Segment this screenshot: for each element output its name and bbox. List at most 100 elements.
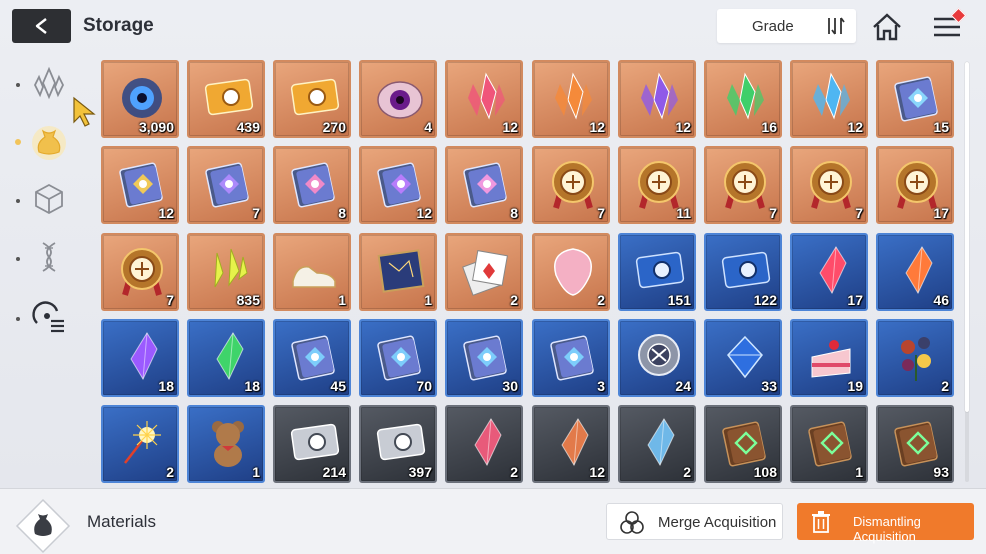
slash-book-blue-item[interactable]: 3 (532, 319, 610, 397)
materials-bag-icon (32, 126, 66, 160)
item-quantity: 108 (753, 464, 777, 480)
shard-icon (905, 246, 933, 295)
sneakers-item[interactable]: 1 (273, 233, 351, 311)
sidebar-tab-materials[interactable] (26, 118, 72, 164)
playing-cards-item[interactable]: 2 (445, 233, 523, 311)
globe-medal-item[interactable]: 7 (101, 233, 179, 311)
medal-icon (638, 161, 680, 209)
cosmic-icon (122, 78, 162, 118)
red-shard-gray-item[interactable]: 2 (445, 405, 523, 483)
globe-book-item[interactable]: 8 (445, 146, 523, 224)
blue-ticket-compass-item[interactable]: 122 (704, 233, 782, 311)
item-quantity: 1 (252, 464, 260, 480)
strawberry-cake-item[interactable]: 19 (790, 319, 868, 397)
scrollbar-thumb[interactable] (965, 62, 969, 412)
orange-shard-gray-item[interactable]: 12 (532, 405, 610, 483)
sparkler-item[interactable]: 2 (101, 405, 179, 483)
slash-book-item[interactable]: 12 (359, 146, 437, 224)
merge-acquisition-label: Merge Acquisition (658, 514, 777, 531)
sidebar-tab-modules[interactable] (26, 176, 72, 222)
flower-bouquet-item[interactable]: 2 (876, 319, 954, 397)
compass-ticket-item[interactable]: 270 (273, 60, 351, 138)
home-button[interactable] (870, 10, 904, 44)
sidebar-dot (16, 199, 20, 203)
orange-crystal-item[interactable]: 12 (532, 60, 610, 138)
sidebar-dot-active (15, 139, 21, 145)
gold-ticket-item[interactable]: 439 (187, 60, 265, 138)
target-book-blue-item[interactable]: 70 (359, 319, 437, 397)
grade-sort-button[interactable]: Grade (717, 9, 856, 43)
item-grid: 3,090 439 270 4 12 12 12 16 12 15 12 7 8… (101, 60, 961, 485)
blue-crystal-item[interactable]: 12 (790, 60, 868, 138)
item-quantity: 2 (683, 464, 691, 480)
merge-acquisition-button[interactable]: Merge Acquisition (606, 503, 783, 540)
orange-shard-blue-item[interactable]: 46 (876, 233, 954, 311)
sort-toggle-icon (828, 17, 845, 35)
item-quantity: 122 (753, 292, 777, 308)
item-quantity: 3 (597, 378, 605, 394)
pick-icon (554, 248, 592, 296)
teddy-bear-item[interactable]: 1 (187, 405, 265, 483)
back-arrow-icon (35, 18, 47, 34)
target-medal-item[interactable]: 7 (704, 146, 782, 224)
item-quantity: 18 (244, 378, 260, 394)
wings-medal-item[interactable]: 7 (790, 146, 868, 224)
silver-ticket-portrait-item[interactable]: 214 (273, 405, 351, 483)
target-book-gray-item[interactable]: 93 (876, 405, 954, 483)
dna-icon (42, 242, 56, 272)
green-shard-blue-item[interactable]: 18 (187, 319, 265, 397)
item-quantity: 16 (761, 119, 777, 135)
dismantling-acquisition-button[interactable]: Dismantling Acquisition (797, 503, 974, 544)
sidebar-tab-records[interactable] (26, 294, 72, 340)
item-quantity: 8 (510, 205, 518, 221)
shield-book-item[interactable]: 12 (101, 146, 179, 224)
book-brown-icon (894, 421, 938, 467)
sword-book-gray-item[interactable]: 108 (704, 405, 782, 483)
book-icon (377, 335, 421, 381)
purple-eye-orb-item[interactable]: 4 (359, 60, 437, 138)
green-crystal-item[interactable]: 16 (704, 60, 782, 138)
item-quantity: 15 (933, 119, 949, 135)
blue-ticket-portrait-item[interactable]: 151 (618, 233, 696, 311)
sparkler-icon (124, 421, 161, 464)
crystal-icon (727, 72, 764, 120)
yellow-shards-item[interactable]: 835 (187, 233, 265, 311)
item-quantity: 3,090 (138, 119, 174, 135)
sidebar-tab-crystals[interactable] (26, 60, 72, 106)
red-shard-blue-item[interactable]: 17 (790, 233, 868, 311)
shield-medal-item[interactable]: 11 (618, 146, 696, 224)
item-quantity: 45 (330, 378, 346, 394)
grade-label: Grade (752, 18, 794, 35)
slash-medal-item[interactable]: 17 (876, 146, 954, 224)
cards-icon (462, 250, 508, 296)
item-quantity: 7 (855, 205, 863, 221)
item-quantity: 12 (847, 119, 863, 135)
sidebar-tab-genes[interactable] (26, 234, 72, 280)
star-map-item[interactable]: 1 (359, 233, 437, 311)
cosmic-eye-item[interactable]: 3,090 (101, 60, 179, 138)
sword-book-item[interactable]: 15 (876, 60, 954, 138)
wings-book-item[interactable]: 8 (273, 146, 351, 224)
back-button[interactable] (12, 9, 71, 43)
red-crystal-item[interactable]: 12 (445, 60, 523, 138)
shield-book-gray-item[interactable]: 1 (790, 405, 868, 483)
item-quantity: 214 (322, 464, 346, 480)
wings-book-blue-item[interactable]: 30 (445, 319, 523, 397)
pink-pick-item[interactable]: 2 (532, 233, 610, 311)
blue-shard-gray-item[interactable]: 2 (618, 405, 696, 483)
sword-medal-item[interactable]: 7 (532, 146, 610, 224)
ticket-silver-icon (290, 423, 340, 461)
purple-shard-blue-item[interactable]: 18 (101, 319, 179, 397)
sword-book-blue-item[interactable]: 45 (273, 319, 351, 397)
silver-medal-item[interactable]: 24 (618, 319, 696, 397)
blue-gem-item[interactable]: 33 (704, 319, 782, 397)
item-quantity: 7 (597, 205, 605, 221)
ticket-blue-icon (721, 251, 771, 289)
silver-ticket-compass-item[interactable]: 397 (359, 405, 437, 483)
item-quantity: 1 (338, 292, 346, 308)
purple-crystal-item[interactable]: 12 (618, 60, 696, 138)
shard-icon (561, 418, 589, 467)
target-book-item[interactable]: 7 (187, 146, 265, 224)
bear-icon (212, 421, 244, 467)
book-icon (291, 162, 335, 208)
